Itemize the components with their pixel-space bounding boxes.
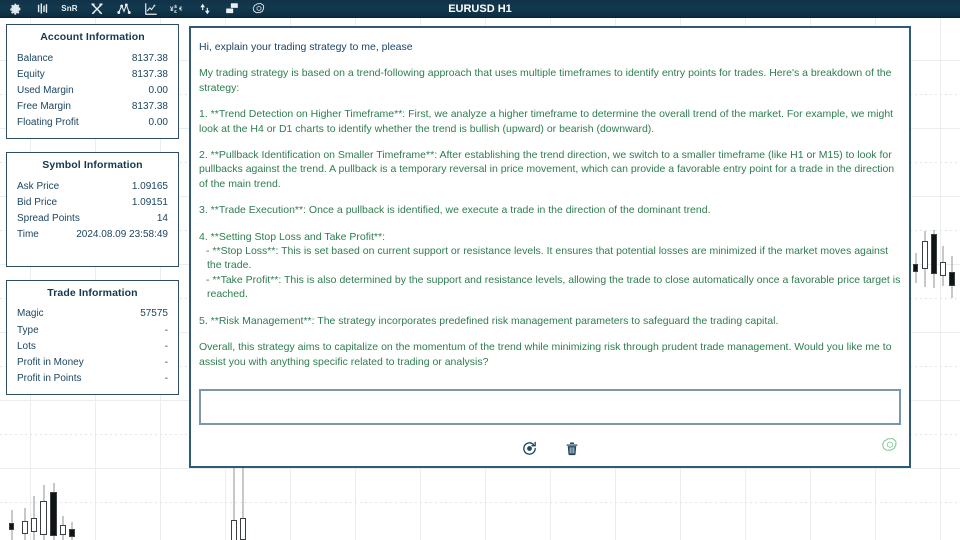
table-row: Bid Price 1.09151 [15, 194, 170, 210]
row-value: 8137.38 [131, 68, 168, 80]
row-label: Floating Profit [17, 117, 79, 129]
chat-input-wrapper [191, 389, 909, 430]
candle [31, 496, 37, 540]
chat-message-assistant: My trading strategy is based on a trend-… [199, 66, 901, 369]
row-label: Balance [17, 52, 54, 64]
line-chart-icon[interactable] [137, 0, 164, 18]
row-value: 57575 [140, 308, 168, 320]
candle [9, 510, 14, 540]
svg-text:¥: ¥ [170, 6, 174, 13]
row-label: Type [17, 324, 39, 336]
delete-button[interactable] [564, 440, 580, 457]
row-label: Used Margin [17, 84, 74, 96]
table-row: Spread Points 14 [15, 210, 170, 226]
row-value: 8137.38 [131, 101, 168, 113]
row-value: 0.00 [148, 84, 168, 96]
row-label: Magic [17, 308, 44, 320]
panels-icon[interactable] [218, 0, 245, 18]
chat-input[interactable] [199, 389, 901, 425]
candle [40, 485, 47, 540]
candle [913, 253, 918, 283]
table-row: Used Margin 0.00 [15, 82, 170, 98]
row-value: - [164, 340, 168, 352]
assistant-paragraph: - **Stop Loss**: This is set based on cu… [206, 245, 889, 272]
snr-label: SnR [61, 4, 78, 13]
row-value: 1.09151 [131, 196, 168, 208]
row-value: 1.09165 [131, 180, 168, 192]
candle [50, 483, 57, 540]
account-panel-title: Account Information [40, 31, 145, 43]
table-row: Type - [15, 322, 170, 338]
assistant-paragraph: 1. **Trend Detection on Higher Timeframe… [199, 108, 894, 135]
row-label: Equity [17, 68, 45, 80]
zigzag-points-icon[interactable] [110, 0, 137, 18]
table-row: Equity 8137.38 [15, 66, 170, 82]
row-value: 14 [156, 212, 168, 224]
row-value: 2024.08.09 23:58:49 [76, 229, 168, 241]
openai-logo-icon[interactable] [245, 0, 272, 18]
arrows-updown-icon[interactable] [191, 0, 218, 18]
assistant-paragraph: 5. **Risk Management**: The strategy inc… [199, 314, 779, 327]
row-label: Time [17, 229, 39, 241]
row-label: Spread Points [17, 212, 80, 224]
assistant-paragraph: Overall, this strategy aims to capitaliz… [199, 341, 892, 368]
table-row: Free Margin 8137.38 [15, 99, 170, 115]
candle [22, 508, 28, 540]
candle [922, 231, 928, 287]
account-information-panel: Account Information Balance 8137.38 Equi… [6, 24, 179, 139]
row-label: Ask Price [17, 180, 60, 192]
row-value: - [164, 373, 168, 385]
settings-gear-icon[interactable] [2, 0, 29, 18]
chat-transcript[interactable]: Hi, explain your trading strategy to me,… [191, 28, 909, 389]
toolbar-icon-group: SnR ¥ $ £ € [0, 0, 272, 18]
row-label: Free Margin [17, 101, 71, 113]
svg-text:€: € [179, 7, 183, 13]
assistant-paragraph: 3. **Trade Execution**: Once a pullback … [199, 204, 711, 217]
refresh-button[interactable] [521, 440, 538, 457]
row-label: Lots [17, 340, 36, 352]
row-value: - [164, 357, 168, 369]
info-panels-sidebar: Account Information Balance 8137.38 Equi… [6, 24, 179, 408]
openai-logo-icon [881, 437, 899, 460]
main-toolbar: SnR ¥ $ £ € EURUSD H1 [0, 0, 960, 18]
chat-message-user: Hi, explain your trading strategy to me,… [199, 40, 901, 54]
ai-chat-panel: Hi, explain your trading strategy to me,… [189, 26, 911, 468]
snr-button[interactable]: SnR [56, 0, 83, 18]
row-value: - [164, 324, 168, 336]
row-label: Bid Price [17, 196, 58, 208]
table-row: Profit in Money - [15, 354, 170, 370]
svg-text:£: £ [174, 9, 177, 15]
row-value: 8137.38 [131, 52, 168, 64]
trade-panel-title: Trade Information [47, 286, 138, 299]
table-row: Lots - [15, 338, 170, 354]
row-label: Profit in Money [17, 357, 84, 369]
assistant-paragraph: - **Take Profit**: This is also determin… [206, 273, 901, 301]
assistant-paragraph: My trading strategy is based on a trend-… [199, 67, 892, 94]
assistant-paragraph: 4. **Setting Stop Loss and Take Profit**… [199, 230, 386, 243]
candle [931, 230, 937, 288]
row-value: 0.00 [148, 117, 168, 129]
chat-action-bar [191, 430, 909, 466]
bars-indicator-icon[interactable] [29, 0, 56, 18]
candle [60, 516, 66, 540]
trading-terminal-window: SnR ¥ $ £ € EURUSD H1 Account Informatio… [0, 0, 960, 540]
table-row: Magic 57575 [15, 306, 170, 322]
tools-crossed-icon[interactable] [83, 0, 110, 18]
symbol-information-panel: Symbol Information Ask Price 1.09165 Bid… [6, 151, 179, 267]
user-message-text: Hi, explain your trading strategy to me,… [199, 41, 413, 53]
symbol-panel-title: Symbol Information [42, 158, 143, 171]
candle [940, 246, 946, 286]
svg-text:$: $ [174, 4, 177, 10]
table-row: Ask Price 1.09165 [15, 178, 170, 194]
assistant-paragraph: 2. **Pullback Identification on Smaller … [199, 149, 895, 190]
candle [949, 256, 955, 298]
row-label: Profit in Points [17, 373, 82, 385]
trade-information-panel: Trade Information Magic 57575 Type - Lot… [6, 279, 179, 395]
candle [69, 522, 75, 540]
table-row: Time 2024.08.09 23:58:49 [15, 227, 170, 243]
table-row: Profit in Points - [15, 371, 170, 387]
table-row: Floating Profit 0.00 [15, 115, 170, 131]
table-row: Balance 8137.38 [15, 50, 170, 66]
currency-symbols-icon[interactable]: ¥ $ £ € [164, 0, 191, 18]
